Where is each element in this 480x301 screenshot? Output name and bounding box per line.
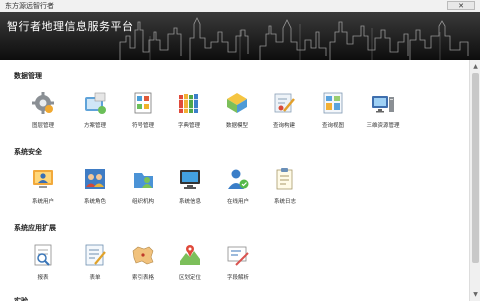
- tile-data-model[interactable]: 数据模型: [214, 91, 260, 129]
- section-title-data-management: 数据管理: [14, 72, 42, 80]
- tile-scheme-management[interactable]: 方案管理: [72, 91, 118, 129]
- scrollbar-thumb[interactable]: [472, 73, 479, 263]
- tile-symbol-management[interactable]: 符号管理: [120, 91, 166, 129]
- scheme-icon: [85, 92, 106, 114]
- system-user-icon: [33, 170, 53, 188]
- tile-label: 查询视图: [321, 123, 344, 129]
- tile-organization[interactable]: 组织机构: [120, 167, 166, 205]
- tile-label: 组织机构: [131, 199, 154, 205]
- tile-label: 系统角色: [83, 199, 106, 205]
- system-info-icon: [180, 170, 200, 189]
- tile-query-build[interactable]: 查询构建: [261, 91, 307, 129]
- window-title: 东方源远智行者: [5, 2, 54, 10]
- online-user-icon: [228, 169, 249, 189]
- tile-field-parse[interactable]: 字段解析: [215, 243, 261, 281]
- tile-label: 数据模型: [225, 123, 248, 129]
- section-title-app-extensions: 系统应用扩展: [14, 224, 56, 232]
- tile-region-locate[interactable]: 区划定位: [167, 243, 213, 281]
- index-table-icon: [132, 246, 154, 265]
- system-role-icon: [85, 169, 105, 189]
- query-view-icon: [323, 92, 343, 114]
- form-icon: [85, 244, 106, 266]
- report-icon: [34, 244, 52, 266]
- symbol-icon: [134, 92, 152, 114]
- app-brand-title: 智行者地理信息服务平台: [7, 20, 134, 33]
- tile-label: 图层管理: [31, 123, 54, 129]
- tile-report[interactable]: 报表: [20, 243, 66, 281]
- organization-icon: [134, 173, 153, 188]
- query-build-icon: [274, 93, 295, 113]
- tile-3d-resource-management[interactable]: 三维资源管理: [360, 91, 406, 129]
- tile-dictionary-management[interactable]: 字典管理: [166, 91, 212, 129]
- tile-label: 三维资源管理: [366, 123, 400, 129]
- tile-layer-management[interactable]: 图层管理: [20, 91, 66, 129]
- tile-form[interactable]: 表单: [72, 243, 118, 281]
- vertical-scrollbar[interactable]: ▲ ▼: [469, 60, 480, 301]
- main-content: 数据管理 图层管理 方案管理 符号管理 字典管理 数据模型 查询构建 查询视图 …: [4, 60, 468, 301]
- tile-label: 字段解析: [226, 275, 249, 281]
- scroll-down-icon[interactable]: ▼: [471, 290, 480, 299]
- region-locate-icon: [180, 245, 200, 265]
- tile-label: 表单: [89, 275, 101, 281]
- scroll-up-icon[interactable]: ▲: [471, 62, 480, 71]
- tile-system-user[interactable]: 系统用户: [20, 167, 66, 205]
- tile-system-role[interactable]: 系统角色: [72, 167, 118, 205]
- section-title-partial: 实验: [14, 297, 28, 301]
- tile-index-table[interactable]: 索引表格: [120, 243, 166, 281]
- tile-label: 系统用户: [31, 199, 54, 205]
- gear-icon: [32, 92, 54, 114]
- tile-label: 查询构建: [272, 123, 295, 129]
- close-button[interactable]: ✕: [447, 1, 475, 10]
- tile-label: 区划定位: [178, 275, 201, 281]
- field-parse-icon: [227, 246, 249, 266]
- tile-label: 在线用户: [226, 199, 249, 205]
- tile-system-info[interactable]: 系统信息: [167, 167, 213, 205]
- tile-label: 索引表格: [131, 275, 154, 281]
- dictionary-icon: [179, 94, 198, 113]
- tile-label: 字典管理: [177, 123, 200, 129]
- data-model-icon: [227, 93, 247, 113]
- tile-label: 符号管理: [131, 123, 154, 129]
- header-banner: 智行者地理信息服务平台: [0, 12, 480, 60]
- system-log-icon: [276, 168, 293, 190]
- section-title-system-security: 系统安全: [14, 148, 42, 156]
- tile-label: 方案管理: [83, 123, 106, 129]
- tile-system-log[interactable]: 系统日志: [262, 167, 308, 205]
- 3d-resource-icon: [372, 96, 394, 113]
- tile-query-view[interactable]: 查询视图: [310, 91, 356, 129]
- tile-label: 报表: [37, 275, 49, 281]
- tile-label: 系统日志: [273, 199, 296, 205]
- tile-online-user[interactable]: 在线用户: [215, 167, 261, 205]
- tile-label: 系统信息: [178, 199, 201, 205]
